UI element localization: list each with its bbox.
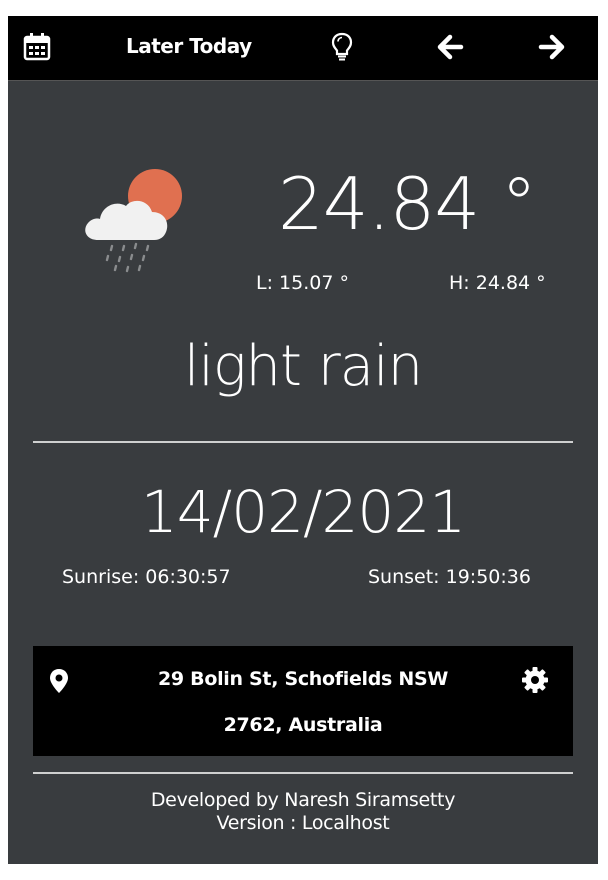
calendar-icon[interactable]	[20, 30, 54, 64]
divider	[33, 772, 573, 774]
location-line-1: 29 Bolin St, Schofields NSW	[157, 668, 449, 690]
high-temperature: H: 24.84 °	[449, 272, 546, 294]
low-temperature: L: 15.07 °	[256, 272, 349, 294]
footer: Developed by Naresh Siramsetty Version :…	[8, 789, 598, 835]
sunset-time: Sunset: 19:50:36	[368, 566, 531, 588]
arrow-right-icon[interactable]	[535, 30, 569, 64]
divider	[33, 441, 573, 443]
forecast-date: 14/02/2021	[140, 478, 466, 546]
arrow-left-icon[interactable]	[433, 30, 467, 64]
location-line-2: 2762, Australia	[223, 714, 383, 736]
forecast-mode-title[interactable]: Later Today	[126, 34, 252, 58]
location-panel: 29 Bolin St, Schofields NSW 2762, Austra…	[33, 646, 573, 756]
developer-credit: Developed by Naresh Siramsetty	[150, 789, 456, 811]
version-label: Version : Localhost	[216, 812, 390, 834]
cloud-sun-rain-icon	[78, 166, 188, 276]
sunrise-time: Sunrise: 06:30:57	[62, 566, 231, 588]
weather-description: light rain	[183, 334, 423, 399]
current-temperature: 24.84 °	[278, 162, 537, 246]
lightbulb-icon[interactable]	[325, 30, 359, 64]
top-bar: Later Today	[8, 16, 598, 81]
weather-app: Later Today 24.84 ° L: 15.07 ° H: 24.84 …	[8, 16, 598, 864]
gear-icon[interactable]	[521, 666, 549, 694]
